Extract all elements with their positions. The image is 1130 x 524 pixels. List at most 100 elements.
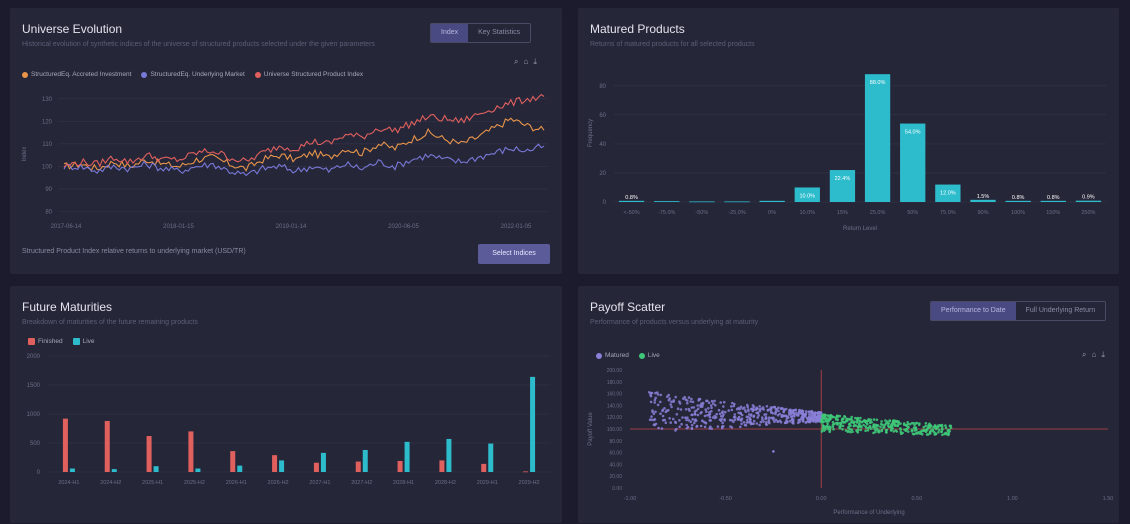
- zoom-icon[interactable]: ⌕: [514, 57, 518, 67]
- scatter-point: [823, 426, 827, 430]
- chart-legend: Matured Live: [596, 352, 660, 359]
- scatter-point: [737, 406, 740, 410]
- bar: [446, 438, 452, 472]
- legend-item[interactable]: Finished: [28, 338, 63, 345]
- legend-item[interactable]: StructuredEq. Underlying Market: [141, 71, 245, 78]
- legend-item[interactable]: StructuredEq. Accreted Investment: [22, 71, 131, 78]
- legend-item[interactable]: Matured: [596, 352, 629, 359]
- y-tick-label: 100: [42, 164, 53, 170]
- tab-key-statistics[interactable]: Key Statistics: [468, 24, 530, 42]
- scatter-point: [659, 412, 662, 415]
- bar: [237, 465, 243, 472]
- scatter-point: [928, 432, 932, 435]
- scatter-point: [808, 420, 812, 424]
- x-tick-label: 2019-01-14: [276, 224, 307, 230]
- scatter-point: [690, 397, 693, 401]
- scatter-point: [944, 431, 947, 435]
- scatter-point: [880, 428, 884, 432]
- scatter-point: [780, 406, 783, 410]
- scatter-point: [701, 419, 704, 422]
- scatter-point: [880, 420, 883, 423]
- bar: [313, 462, 319, 472]
- bar-data-label: 88.0%: [870, 80, 886, 86]
- scatter-point: [654, 396, 657, 400]
- bar-data-label: 1.5%: [977, 194, 990, 200]
- legend-item[interactable]: Live: [72, 338, 95, 345]
- scatter-point: [838, 425, 841, 429]
- panel-title: Matured Products: [590, 22, 685, 36]
- scatter-point: [906, 421, 909, 424]
- legend-item[interactable]: Live: [638, 352, 660, 359]
- scatter-point: [841, 428, 844, 431]
- scatter-point: [701, 401, 705, 405]
- bar: [1040, 200, 1066, 202]
- scatter-point: [875, 418, 879, 422]
- scatter-point: [693, 412, 697, 415]
- zoom-icon[interactable]: ⌕: [1082, 350, 1086, 360]
- scatter-point: [684, 408, 688, 411]
- scatter-point: [732, 420, 735, 424]
- x-tick-label: 2018-01-15: [163, 224, 194, 230]
- y-axis-label: Index: [22, 147, 28, 162]
- scatter-point: [687, 396, 691, 399]
- tab-full-underlying-return[interactable]: Full Underlying Return: [1016, 302, 1106, 320]
- scatter-point: [944, 426, 948, 430]
- x-tick-label: -0.50: [719, 496, 732, 502]
- scatter-point: [780, 413, 784, 417]
- scatter-point: [751, 404, 755, 407]
- scatter-point: [868, 424, 872, 428]
- scatter-point: [752, 414, 756, 418]
- scatter-point: [843, 415, 846, 418]
- bar: [188, 431, 194, 472]
- scatter-point: [920, 432, 924, 436]
- y-tick-label: 100.00: [607, 427, 623, 433]
- y-tick-label: 20.00: [609, 474, 622, 480]
- scatter-point: [692, 406, 696, 409]
- home-icon[interactable]: ⌂: [1091, 350, 1096, 360]
- scatter-point: [686, 401, 689, 405]
- scatter-point: [856, 425, 860, 429]
- payoff-scatter-panel: Payoff Scatter Performance of products v…: [578, 286, 1119, 523]
- scatter-point: [668, 417, 671, 420]
- scatter-point: [879, 425, 882, 429]
- scatter-point: [756, 416, 759, 419]
- scatter-point: [866, 429, 870, 432]
- scatter-point: [820, 418, 823, 421]
- scatter-point: [887, 422, 891, 425]
- legend-item[interactable]: Universe Structured Product Index: [254, 71, 363, 78]
- scatter-point: [899, 427, 902, 430]
- scatter-point: [870, 420, 873, 424]
- scatter-point: [727, 409, 730, 412]
- scatter-point: [882, 426, 885, 429]
- scatter-point: [656, 403, 660, 407]
- tab-performance-to-date[interactable]: Performance to Date: [931, 302, 1016, 320]
- download-icon[interactable]: ⤓: [1101, 350, 1105, 360]
- scatter-point: [710, 410, 713, 413]
- download-icon[interactable]: ⤓: [533, 57, 537, 67]
- scatter-point: [767, 418, 771, 422]
- x-tick-label: 2025-H1: [142, 480, 163, 486]
- scatter-point: [695, 425, 698, 428]
- scatter-point: [836, 418, 839, 421]
- select-indices-button[interactable]: Select Indices: [478, 244, 550, 264]
- scatter-point: [667, 398, 671, 402]
- y-tick-label: 160.00: [607, 392, 623, 398]
- scatter-point: [674, 429, 677, 432]
- scatter-point: [746, 403, 749, 407]
- scatter-point: [676, 407, 680, 410]
- scatter-point: [718, 412, 722, 416]
- home-icon[interactable]: ⌂: [523, 57, 528, 67]
- scatter-point: [859, 428, 863, 432]
- bar: [69, 468, 75, 472]
- y-tick-label: 500: [30, 441, 41, 447]
- tab-index[interactable]: Index: [431, 24, 469, 42]
- scatter-point: [708, 427, 711, 430]
- scatter-point: [866, 422, 869, 426]
- scatter-point: [703, 425, 707, 429]
- scatter-point: [758, 423, 761, 427]
- x-tick-label: 15%: [837, 210, 848, 216]
- scatter-point: [758, 405, 761, 408]
- scatter-point: [841, 417, 845, 421]
- universe-line-chart: 80 90 100 110 120 130 Index 2017-06-14 2018-01-1…: [22, 93, 548, 230]
- scatter-point: [765, 417, 768, 420]
